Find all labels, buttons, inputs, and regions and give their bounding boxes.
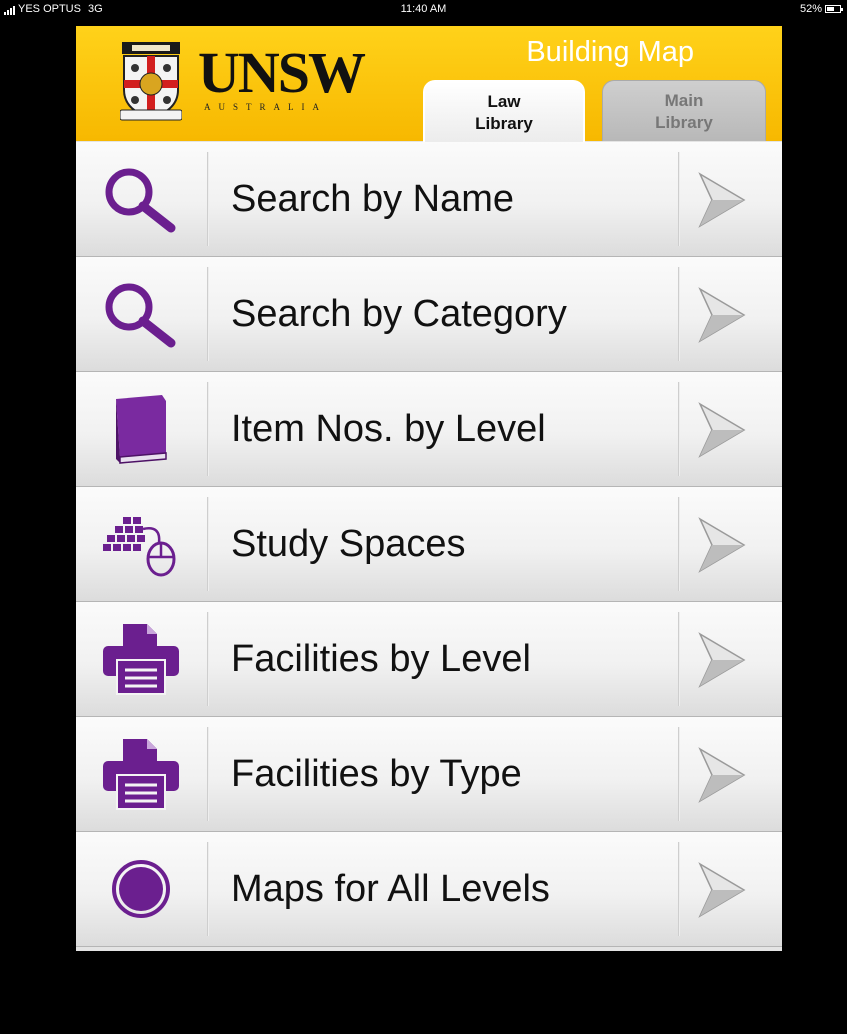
menu-list: Search by Name Search by Category Item N…: [76, 142, 782, 947]
search-icon: [105, 168, 176, 233]
menu-item-label: Facilities by Level: [231, 637, 531, 680]
header-bar: UNSW AUSTRALIA Building Map Law Library …: [76, 26, 782, 142]
app-window: UNSW AUSTRALIA Building Map Law Library …: [76, 26, 782, 951]
status-bar: YES OPTUS 3G 11:40 AM 52%: [0, 0, 847, 20]
battery-status: 52%: [799, 3, 843, 15]
tab-label-line2: Library: [475, 114, 533, 133]
menu-item-label: Study Spaces: [231, 522, 466, 565]
divider: [678, 152, 680, 246]
unsw-logo: UNSW AUSTRALIA: [120, 40, 390, 130]
battery-percent: 52%: [799, 3, 822, 15]
circle-icon: [112, 860, 170, 918]
divider: [207, 497, 209, 591]
chevron-right-icon: [698, 747, 746, 803]
divider: [207, 267, 209, 361]
menu-item-study-spaces[interactable]: Study Spaces: [76, 487, 782, 602]
tab-label-line1: Main: [664, 91, 704, 110]
crest-icon: [120, 42, 182, 121]
chevron-right-icon: [698, 517, 746, 573]
divider: [207, 842, 209, 936]
menu-item-label: Search by Category: [231, 292, 567, 335]
keyboard-mouse-icon: [103, 517, 176, 577]
search-icon: [105, 283, 176, 348]
menu-item-search-by-name[interactable]: Search by Name: [76, 142, 782, 257]
printer-icon: [103, 624, 179, 695]
divider: [678, 612, 680, 706]
divider: [678, 267, 680, 361]
menu-item-label: Maps for All Levels: [231, 867, 550, 910]
menu-item-facilities-by-level[interactable]: Facilities by Level: [76, 602, 782, 717]
menu-item-search-by-category[interactable]: Search by Category: [76, 257, 782, 372]
chevron-right-icon: [698, 172, 746, 228]
menu-item-item-nos-by-level[interactable]: Item Nos. by Level: [76, 372, 782, 487]
menu-item-label: Search by Name: [231, 177, 515, 220]
divider: [678, 727, 680, 821]
logo-subtext: AUSTRALIA: [204, 102, 327, 112]
book-icon: [116, 395, 167, 464]
divider: [678, 382, 680, 476]
chevron-right-icon: [698, 402, 746, 458]
tab-main-library[interactable]: Main Library: [602, 80, 766, 141]
divider: [207, 727, 209, 821]
menu-item-label: Item Nos. by Level: [231, 407, 546, 450]
chevron-right-icon: [698, 632, 746, 688]
clock: 11:40 AM: [400, 3, 447, 15]
menu-item-maps-for-all-levels[interactable]: Maps for All Levels: [76, 832, 782, 947]
chevron-right-icon: [698, 862, 746, 918]
tab-law-library[interactable]: Law Library: [423, 80, 585, 142]
divider: [678, 842, 680, 936]
header-title: Building Map: [526, 36, 694, 68]
divider: [207, 382, 209, 476]
printer-icon: [103, 739, 179, 810]
battery-icon: [825, 5, 843, 13]
chevron-right-icon: [698, 287, 746, 343]
divider: [207, 612, 209, 706]
tab-label-line1: Law: [487, 92, 521, 111]
menu-item-facilities-by-type[interactable]: Facilities by Type: [76, 717, 782, 832]
logo-wordmark: UNSW: [198, 40, 366, 105]
menu-item-label: Facilities by Type: [231, 752, 522, 795]
divider: [678, 497, 680, 591]
divider: [207, 152, 209, 246]
tab-label-line2: Library: [655, 113, 713, 132]
